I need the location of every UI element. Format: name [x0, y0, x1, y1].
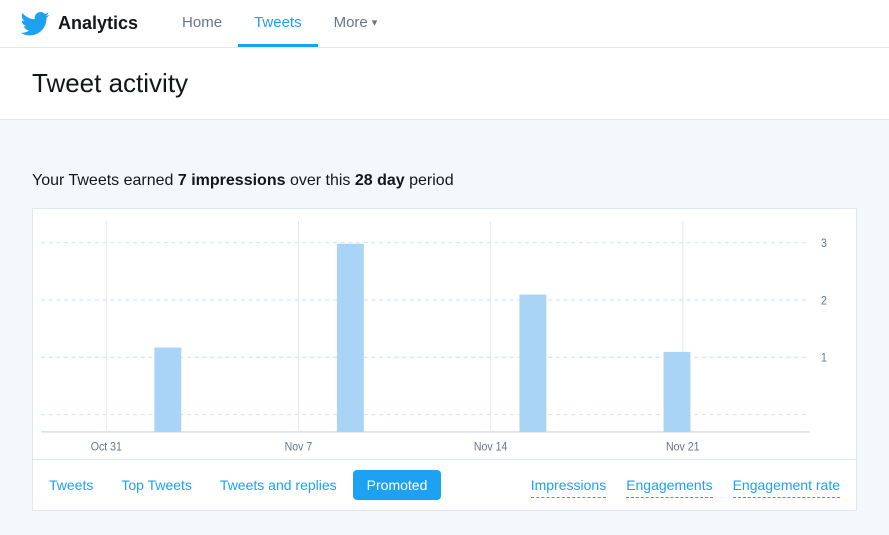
- summary-suffix: period: [405, 172, 454, 189]
- tab-top-tweets[interactable]: Top Tweets: [109, 471, 204, 499]
- summary-impressions: 7 impressions: [178, 172, 286, 189]
- nav-link-home[interactable]: Home: [166, 0, 238, 47]
- chevron-down-icon: ▾: [372, 16, 378, 29]
- metric-engagements[interactable]: Engagements: [626, 473, 712, 498]
- brand-label: Analytics: [58, 13, 138, 34]
- summary-days: 28 day: [355, 172, 405, 189]
- metric-impressions[interactable]: Impressions: [531, 473, 606, 498]
- bar-3: [519, 295, 546, 432]
- tab-promoted-button[interactable]: Promoted: [353, 470, 442, 500]
- more-label: More: [334, 14, 368, 31]
- svg-text:3: 3: [821, 237, 827, 250]
- bar-4: [664, 352, 691, 432]
- svg-text:Nov 7: Nov 7: [285, 441, 313, 454]
- bar-2: [337, 244, 364, 432]
- tab-tweets[interactable]: Tweets: [49, 471, 105, 499]
- svg-text:1: 1: [821, 352, 827, 365]
- chart-svg: 3 2 1 Oct 31 Nov 7 Nov 14 Nov 21: [41, 221, 848, 459]
- impressions-summary: Your Tweets earned 7 impressions over th…: [32, 172, 857, 190]
- nav-link-more[interactable]: More ▾: [318, 0, 394, 47]
- nav-bar: Analytics Home Tweets More ▾: [0, 0, 889, 48]
- tabs-bar: Tweets Top Tweets Tweets and replies Pro…: [33, 459, 856, 510]
- bar-1: [154, 348, 181, 432]
- svg-text:Nov 14: Nov 14: [474, 441, 507, 454]
- summary-prefix: Your Tweets earned: [32, 172, 178, 189]
- metric-tabs: Impressions Engagements Engagement rate: [531, 473, 840, 498]
- chart-area: 3 2 1 Oct 31 Nov 7 Nov 14 Nov 21: [33, 209, 856, 459]
- page-title: Tweet activity: [32, 68, 857, 99]
- svg-text:2: 2: [821, 295, 827, 308]
- nav-links: Home Tweets More ▾: [166, 0, 393, 47]
- twitter-logo-icon: [20, 12, 50, 36]
- svg-text:Oct 31: Oct 31: [91, 441, 122, 454]
- nav-brand: Analytics: [20, 12, 138, 36]
- nav-link-tweets[interactable]: Tweets: [238, 0, 318, 47]
- tab-tweets-replies[interactable]: Tweets and replies: [208, 471, 349, 499]
- summary-middle: over this: [286, 172, 355, 189]
- svg-text:Nov 21: Nov 21: [666, 441, 699, 454]
- metric-engagement-rate[interactable]: Engagement rate: [733, 473, 840, 498]
